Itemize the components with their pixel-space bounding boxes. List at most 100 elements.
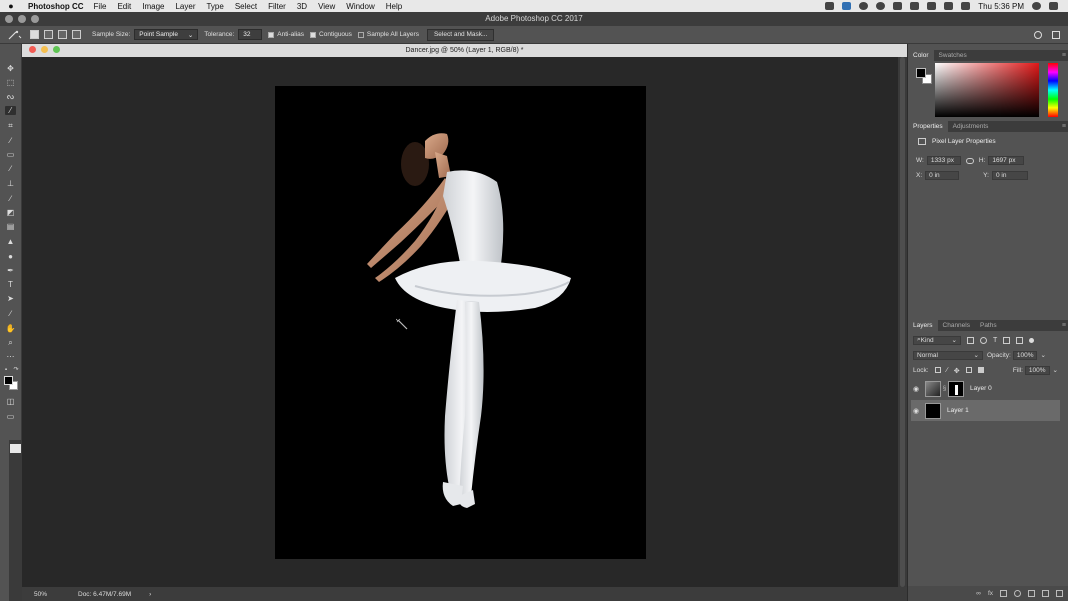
tab-channels[interactable]: Channels — [938, 320, 975, 331]
dodge-tool-icon[interactable]: ● — [5, 252, 16, 261]
move-tool-icon[interactable]: ✥ — [5, 64, 16, 73]
hand-tool-icon[interactable]: ✋ — [5, 324, 16, 333]
lock-image-pixels-icon[interactable]: ∕ — [947, 367, 948, 374]
width-input[interactable]: 1333 px — [926, 156, 961, 165]
color-picker-field[interactable] — [935, 63, 1039, 117]
screen-record-icon[interactable] — [825, 2, 835, 10]
blend-mode-select[interactable]: Normal ⌄ — [913, 350, 983, 360]
document-tab[interactable]: Dancer.jpg @ 50% (Layer 1, RGB/8) * — [22, 44, 907, 57]
wifi-icon[interactable] — [927, 2, 937, 10]
opacity-input[interactable]: 100% — [1012, 350, 1038, 360]
lock-artboard-icon[interactable] — [965, 367, 972, 373]
layer-style-fx-button[interactable]: fx — [988, 590, 993, 597]
magic-wand-tool-icon[interactable]: ⁄ — [5, 106, 16, 115]
tool-preset-picker[interactable] — [0, 30, 30, 40]
history-brush-tool-icon[interactable]: ∕ — [5, 194, 16, 203]
filter-pixel-icon[interactable] — [967, 336, 974, 344]
visibility-eye-icon[interactable]: ◉ — [911, 385, 921, 393]
tolerance-input[interactable]: 32 — [238, 29, 263, 40]
crop-tool-icon[interactable]: ⌗ — [5, 121, 16, 130]
screen-mode-icon[interactable]: ▭ — [5, 412, 16, 421]
menu-app-name[interactable]: Photoshop CC — [28, 2, 84, 11]
intersect-selection-icon[interactable] — [72, 30, 81, 39]
layer-kind-select[interactable]: ⌕ Kind ⌄ — [913, 335, 961, 345]
canvas-vertical-scrollbar[interactable] — [898, 57, 907, 587]
layer-name[interactable]: Layer 1 — [947, 407, 969, 414]
menu-help[interactable]: Help — [386, 2, 402, 11]
notification-list-icon[interactable] — [1049, 2, 1058, 10]
edit-toolbar-icon[interactable]: ⋯ — [5, 352, 16, 361]
mask-link-icon[interactable]: § — [942, 386, 947, 392]
layer-row-layer-1[interactable]: ◉ Layer 1 — [911, 400, 1060, 421]
new-group-folder-icon[interactable] — [1028, 590, 1035, 597]
chevron-down-icon[interactable]: ⌄ — [1040, 351, 1045, 359]
subtract-from-selection-icon[interactable] — [58, 30, 67, 39]
workspace-switcher-icon[interactable] — [1052, 30, 1060, 39]
line-tool-icon[interactable]: ∕ — [5, 309, 16, 318]
contiguous-checkbox[interactable] — [310, 31, 317, 38]
foreground-color-swatch[interactable] — [4, 376, 13, 385]
display-icon[interactable] — [910, 2, 920, 10]
minimize-window-button[interactable] — [18, 15, 26, 23]
close-window-button[interactable] — [5, 15, 13, 23]
menu-filter[interactable]: Filter — [268, 2, 286, 11]
default-colors-icon[interactable]: ▪ — [2, 366, 10, 375]
new-selection-icon[interactable] — [30, 30, 39, 39]
lock-transparent-pixels-icon[interactable] — [934, 367, 941, 373]
zoom-level[interactable]: 50% — [22, 591, 70, 598]
sync-icon[interactable] — [893, 2, 903, 10]
filter-shape-icon[interactable] — [1003, 336, 1011, 344]
y-input[interactable]: 0 in — [991, 171, 1028, 180]
trash-icon[interactable] — [1056, 590, 1063, 597]
gradient-tool-icon[interactable]: ▤ — [5, 222, 16, 231]
hue-slider[interactable] — [1048, 63, 1058, 117]
lasso-tool-icon[interactable]: ᔓ — [5, 92, 16, 101]
panel-menu-icon[interactable]: ≡ — [1057, 121, 1068, 132]
app-status-icon[interactable] — [859, 2, 869, 10]
layer-row-layer-0[interactable]: ◉ § Layer 0 — [911, 378, 1060, 399]
doc-size-info[interactable]: Doc: 6.47M/7.69M — [70, 591, 131, 598]
menu-type[interactable]: Type — [206, 2, 223, 11]
spotlight-search-icon[interactable] — [1032, 2, 1041, 10]
tab-paths[interactable]: Paths — [975, 320, 1002, 331]
fill-input[interactable]: 100% — [1024, 365, 1050, 375]
pen-tool-icon[interactable]: ✒ — [5, 266, 16, 275]
chevron-down-icon[interactable]: ⌄ — [1053, 366, 1058, 374]
filter-smart-object-icon[interactable] — [1016, 336, 1024, 344]
x-input[interactable]: 0 in — [925, 171, 960, 180]
path-selection-tool-icon[interactable]: ➤ — [5, 294, 16, 303]
filter-adjustment-icon[interactable] — [980, 336, 987, 344]
lock-position-icon[interactable]: ✥ — [954, 367, 960, 375]
search-icon[interactable] — [1034, 30, 1042, 39]
menu-layer[interactable]: Layer — [175, 2, 195, 11]
scrollbar-thumb[interactable] — [900, 57, 905, 587]
zoom-tool-icon[interactable]: ⌕ — [5, 338, 16, 347]
select-and-mask-button[interactable]: Select and Mask... — [426, 28, 495, 41]
type-tool-icon[interactable]: T — [5, 280, 16, 289]
document-close-button[interactable] — [29, 46, 36, 53]
menu-image[interactable]: Image — [142, 2, 164, 11]
sample-all-layers-checkbox[interactable] — [357, 31, 364, 38]
foreground-background-colors[interactable] — [4, 376, 18, 390]
volume-icon[interactable] — [961, 2, 971, 10]
eject-icon[interactable] — [944, 2, 954, 10]
clone-stamp-tool-icon[interactable]: ⊥ — [5, 179, 16, 188]
swap-colors-icon[interactable]: ↷ — [12, 366, 20, 375]
zoom-window-button[interactable] — [31, 15, 39, 23]
menu-select[interactable]: Select — [235, 2, 257, 11]
document-minimize-button[interactable] — [41, 46, 48, 53]
menu-clock[interactable]: Thu 5:36 PM — [978, 2, 1024, 11]
filter-type-icon[interactable]: T — [993, 337, 997, 344]
lock-all-icon[interactable] — [977, 367, 984, 373]
filter-toggle-icon[interactable] — [1029, 337, 1035, 343]
healing-brush-tool-icon[interactable]: ▭ — [5, 150, 16, 159]
menu-edit[interactable]: Edit — [117, 2, 131, 11]
panel-menu-icon[interactable]: ≡ — [1057, 320, 1068, 331]
blur-tool-icon[interactable]: ▲ — [5, 237, 16, 246]
rectangular-marquee-tool-icon[interactable]: ⬚ — [5, 78, 16, 87]
cloud-icon[interactable] — [876, 2, 886, 10]
new-layer-icon[interactable] — [1042, 590, 1049, 597]
menu-3d[interactable]: 3D — [297, 2, 307, 11]
apple-menu-icon[interactable]: ● — [0, 1, 22, 11]
document-canvas[interactable] — [275, 86, 646, 559]
